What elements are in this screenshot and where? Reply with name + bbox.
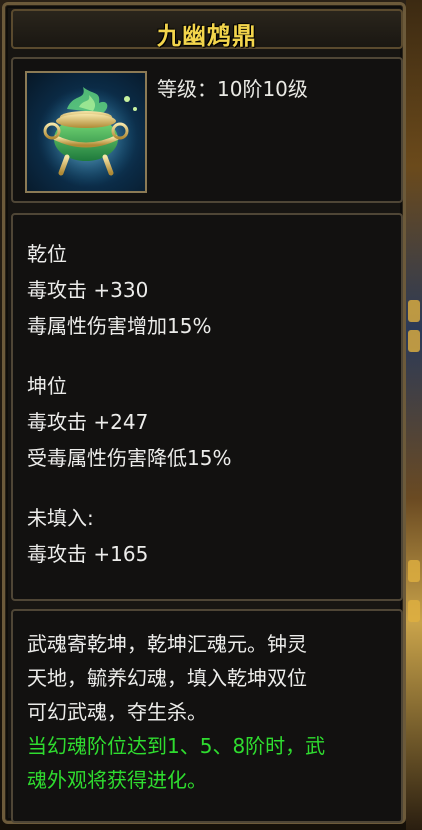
background-game-ui xyxy=(406,0,422,830)
item-title-bar: 九幽鸩鼎 xyxy=(11,9,403,50)
background-ui-chip xyxy=(408,600,420,622)
item-stats: 乾位 毒攻击 +330 毒属性伤害增加15% 坤位 毒攻击 +247 受毒属性伤… xyxy=(11,213,403,601)
description-line: 可幻武魂，夺生杀。 xyxy=(27,700,207,724)
kun-slot-heading: 坤位 xyxy=(27,374,67,398)
game-screen: 九幽鸩鼎 等级：10阶10级 乾位 毒攻击 +330 毒属性伤害增加15% 坤位… xyxy=(0,0,422,830)
qian-slot-attack: 毒攻击 +330 xyxy=(27,278,149,302)
description-line: 天地，毓养幻魂，填入乾坤双位 xyxy=(27,666,307,690)
background-ui-chip xyxy=(408,560,420,582)
item-tooltip-panel: 九幽鸩鼎 等级：10阶10级 乾位 毒攻击 +330 毒属性伤害增加15% 坤位… xyxy=(2,2,406,824)
unfilled-slot-attack: 毒攻击 +165 xyxy=(27,542,149,566)
item-header: 等级：10阶10级 xyxy=(11,57,403,203)
kun-slot-bonus: 受毒属性伤害降低15% xyxy=(27,446,232,470)
background-ui-chip xyxy=(408,300,420,322)
qian-slot-bonus: 毒属性伤害增加15% xyxy=(27,314,212,338)
qian-slot-heading: 乾位 xyxy=(27,242,67,266)
background-ui-chip xyxy=(408,330,420,352)
kun-slot-attack: 毒攻击 +247 xyxy=(27,410,149,434)
item-description: 武魂寄乾坤，乾坤汇魂元。钟灵 天地，毓养幻魂，填入乾坤双位 可幻武魂，夺生杀。 … xyxy=(11,609,403,823)
unfilled-slot-heading: 未填入: xyxy=(27,506,94,530)
evolution-hint-line: 魂外观将获得进化。 xyxy=(27,768,207,792)
item-title: 九幽鸩鼎 xyxy=(157,21,257,50)
description-line: 武魂寄乾坤，乾坤汇魂元。钟灵 xyxy=(27,632,307,656)
green-cauldron-icon xyxy=(25,71,147,193)
evolution-hint-line: 当幻魂阶位达到1、5、8阶时，武 xyxy=(27,734,326,758)
item-level: 等级：10阶10级 xyxy=(157,77,308,101)
